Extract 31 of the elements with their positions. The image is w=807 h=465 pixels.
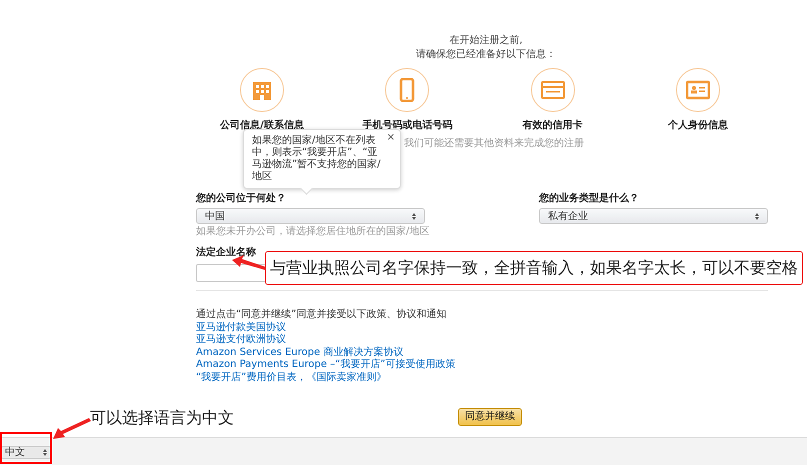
policy-link[interactable]: “我要开店”费用价目表，《国际卖家准则》 [196,372,386,384]
field-label: 您的公司位于何处？ [196,192,286,206]
annotation-text: 可以选择语言为中文 [90,407,234,429]
intro-text: 在开始注册之前, 请确保您已经准备好以下信息： [415,34,557,62]
language-select[interactable]: 中文 [1,446,51,459]
policy-link[interactable]: Amazon Payments Europe –“我要开店”可接受使用政策 [196,359,456,372]
policy-link[interactable]: 亚马逊付款美国协议 [196,322,286,334]
arrow-icon [232,255,266,270]
requirement-label: 手机号码或电话号码 [362,118,452,133]
policy-link[interactable]: Amazon Services Europe 商业解决方案协议 [196,346,404,359]
credit-card-icon [540,78,565,102]
id-card-icon [686,78,710,102]
hint-text: 如果您未开办公司，请选择您居住地所在的国家/地区 [196,224,430,239]
note-text: 我们可能还需要其他资料来完成您的注册 [404,136,585,151]
country-select[interactable]: 中国 [196,208,425,224]
select-arrow-icon [412,212,416,220]
requirement-label: 有效的信用卡 [522,118,583,133]
terms-text: 通过点击“同意并继续”同意并接受以下政策、协议和通知 [196,309,446,322]
tooltip-text: 如果您的国家/地区不在列表中，则表示“我要开店”、“亚马逊物流”暂不支持您的国家/地区 [252,135,381,182]
annotation-tooltip: 与营业执照公司名字保持一致，全拼音输入，如果名字太长，可以不要空格 [265,251,803,285]
field-label: 法定企业名称 [196,245,256,260]
select-arrow-icon [755,212,759,220]
requirement-label: 个人身份信息 [668,118,728,133]
select-arrow-icon [43,449,47,456]
field-label: 您的业务类型是什么？ [539,192,639,206]
policy-link[interactable]: 亚马逊支付欧洲协议 [196,334,286,346]
continue-button[interactable]: 同意并继续 [458,408,522,426]
highlight-frame [0,432,52,464]
close-button[interactable]: × [386,132,395,144]
business-type-select[interactable]: 私有企业 [539,208,768,224]
arrow-icon [53,418,91,439]
